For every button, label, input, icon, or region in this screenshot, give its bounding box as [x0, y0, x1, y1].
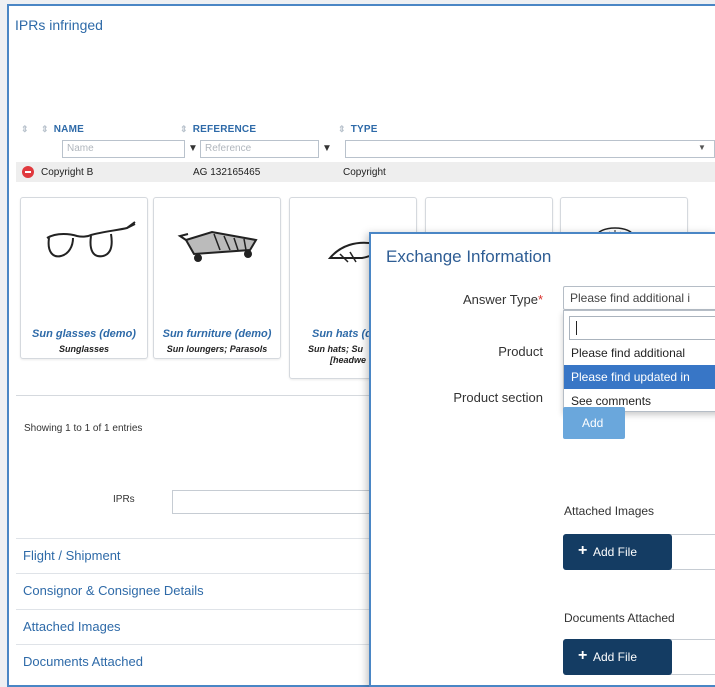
chevron-down-icon: ▼	[698, 143, 706, 152]
documents-attached-label: Documents Attached	[564, 611, 675, 625]
card-title[interactable]: Sun glasses (demo)	[21, 328, 147, 340]
sunglasses-icon	[46, 221, 136, 258]
name-filter-input[interactable]: Name	[62, 140, 185, 158]
plus-icon: +	[578, 542, 588, 559]
section-title: IPRs infringed	[15, 17, 103, 33]
page: IPRs infringed ⇕ ⇕ NAME ⇕ REFERENCE ⇕ TYPE …	[0, 0, 715, 687]
divider	[16, 395, 376, 396]
iprs-label: IPRs	[113, 494, 135, 505]
column-drag-handle[interactable]: ⇕	[21, 124, 34, 135]
accordion-label: Flight / Shipment	[23, 548, 121, 563]
funnel-icon[interactable]: ▼	[188, 143, 198, 154]
answer-type-select[interactable]: Please find additional i	[563, 286, 715, 310]
plus-icon: +	[578, 647, 588, 664]
add-button[interactable]: Add	[563, 407, 625, 439]
accordion-label: Documents Attached	[23, 654, 143, 669]
modal-title: Exchange Information	[386, 247, 552, 266]
type-filter-select[interactable]	[345, 140, 715, 158]
column-header-name[interactable]: ⇕ NAME	[41, 124, 84, 135]
column-header-type[interactable]: ⇕ TYPE	[338, 124, 378, 135]
column-header-reference[interactable]: ⇕ REFERENCE	[180, 124, 256, 135]
accordion-label: Attached Images	[23, 619, 121, 634]
product-section-label: Product section	[453, 390, 543, 405]
product-card[interactable]: Sun furniture (demo) Sun loungers; Paras…	[153, 197, 281, 359]
add-file-button[interactable]: + Add File	[563, 639, 672, 675]
pagination-info: Showing 1 to 1 of 1 entries	[24, 423, 143, 434]
sort-icon: ⇕	[338, 124, 346, 134]
answer-type-dropdown: Please find additional Please find updat…	[563, 310, 715, 412]
cell-name: Copyright B	[41, 167, 94, 178]
exchange-information-modal: Exchange Information Answer Type* Please…	[369, 232, 715, 687]
attached-images-label: Attached Images	[564, 504, 655, 518]
sort-icon: ⇕	[41, 124, 49, 134]
product-card[interactable]: Sun glasses (demo) Sunglasses	[20, 197, 148, 359]
accordion-consignor-consignee[interactable]: Consignor & Consignee Details	[16, 573, 376, 607]
dropdown-search-input[interactable]	[569, 316, 715, 340]
card-subtitle: Sunglasses	[58, 344, 110, 354]
dropdown-option[interactable]: Please find additional	[564, 341, 715, 365]
product-label: Product	[498, 344, 543, 359]
add-file-button[interactable]: + Add File	[563, 534, 672, 570]
card-subtitle: Sun loungers; Parasols	[166, 344, 268, 354]
accordion-flight-shipment[interactable]: Flight / Shipment	[16, 538, 376, 572]
cell-reference: AG 132165465	[193, 167, 261, 178]
accordion-attached-images[interactable]: Attached Images	[16, 609, 376, 643]
accordion-documents-attached[interactable]: Documents Attached	[16, 644, 376, 678]
dropdown-option-selected[interactable]: Please find updated in	[564, 365, 715, 389]
answer-type-label: Answer Type*	[463, 292, 543, 307]
remove-icon[interactable]	[22, 166, 34, 178]
card-title[interactable]: Sun furniture (demo)	[154, 328, 280, 340]
cell-type: Copyright	[343, 167, 386, 178]
required-mark: *	[537, 292, 543, 307]
funnel-icon[interactable]: ▼	[322, 143, 332, 154]
reference-filter-input[interactable]: Reference	[200, 140, 319, 158]
sort-icon: ⇕	[180, 124, 188, 134]
sun-lounger-icon	[177, 230, 258, 262]
accordion-label: Consignor & Consignee Details	[23, 583, 204, 598]
